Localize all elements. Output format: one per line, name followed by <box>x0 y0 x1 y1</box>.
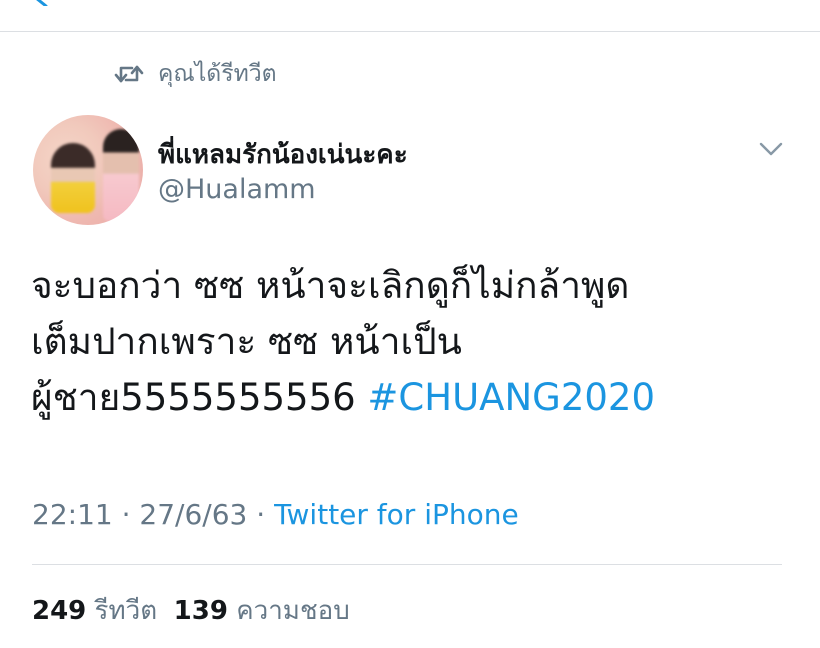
retweet-count-label: รีทวีต <box>94 596 158 626</box>
retweet-count: 249 <box>32 596 87 626</box>
tweet-time: 22:11 <box>32 498 113 531</box>
avatar-figure-left <box>51 143 95 213</box>
back-chevron-icon[interactable] <box>30 0 52 6</box>
avatar-figure-right <box>103 129 139 221</box>
tweet-date: 27/6/63 <box>139 498 248 531</box>
top-divider <box>0 31 820 32</box>
like-count: 139 <box>173 596 228 626</box>
stats-divider <box>32 564 782 565</box>
tweet-source-link[interactable]: Twitter for iPhone <box>274 498 519 531</box>
like-count-label: ความชอบ <box>236 596 350 626</box>
meta-separator: · <box>247 498 275 531</box>
tweet-stats: 249 รีทวีต 139 ความชอบ <box>32 590 350 631</box>
retweets-stat[interactable]: 249 รีทวีต <box>32 596 157 626</box>
hashtag-link[interactable]: #CHUANG2020 <box>367 376 655 419</box>
meta-separator: · <box>112 498 140 531</box>
retweet-label: คุณได้รีทวีต <box>158 61 277 87</box>
chevron-down-icon[interactable] <box>758 140 784 158</box>
tweet-meta: 22:11 · 27/6/63 · Twitter for iPhone <box>32 498 519 531</box>
tweet-text: จะบอกว่า ซซ หน้าจะเลิกดูก็ไม่กล้าพูด เต็… <box>31 258 791 426</box>
likes-stat[interactable]: 139 ความชอบ <box>174 596 350 626</box>
avatar[interactable] <box>33 115 143 225</box>
retweet-icon <box>114 65 144 83</box>
author-handle[interactable]: @Hualamm <box>158 174 316 205</box>
author-display-name[interactable]: พี่แหลมรักน้องเน่นะคะ <box>158 134 408 175</box>
social-context: คุณได้รีทวีต <box>112 56 277 92</box>
